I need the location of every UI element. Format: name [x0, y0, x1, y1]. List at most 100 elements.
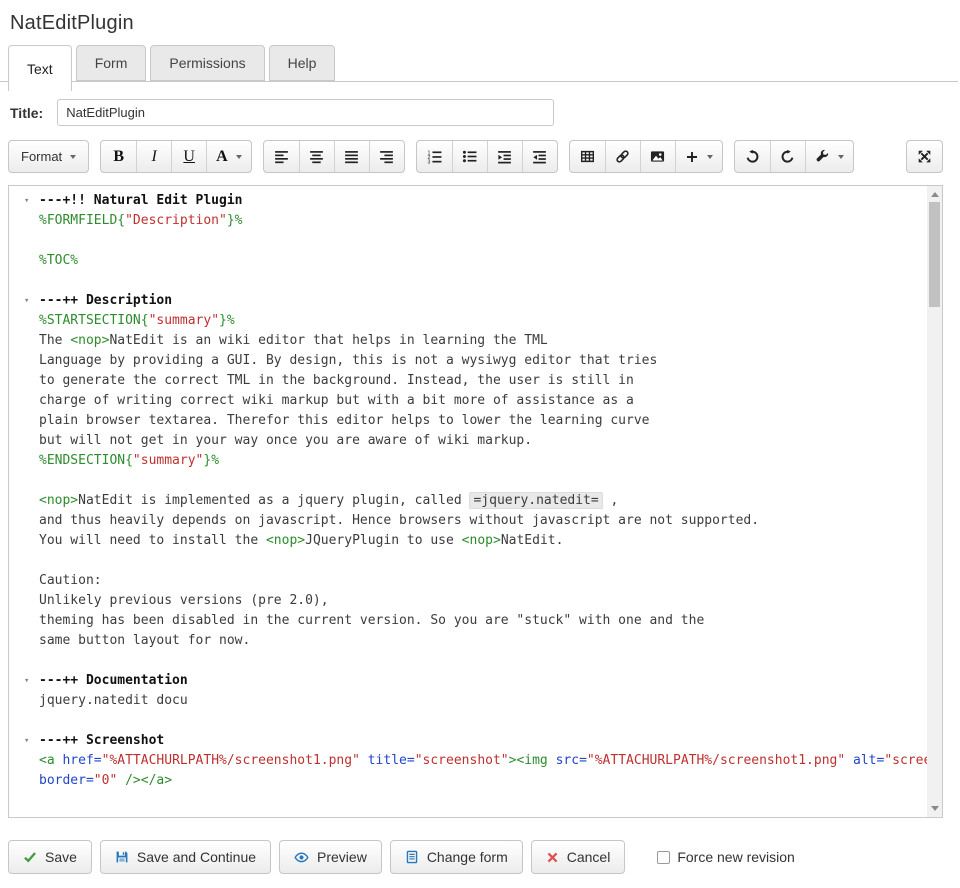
change-form-button[interactable]: Change form [390, 840, 523, 874]
bullet-list-icon [462, 149, 477, 164]
editor-line: The <nop>NatEdit is an wiki editor that … [9, 331, 926, 351]
bullet-list-button[interactable] [452, 141, 487, 172]
font-color-dropdown-button[interactable]: A [206, 141, 251, 172]
editor-line [9, 471, 926, 491]
outdent-button[interactable] [522, 141, 557, 172]
eye-icon [294, 850, 309, 865]
tab-bar: Text Form Permissions Help [0, 45, 960, 91]
editor-line [9, 231, 926, 251]
gutter [9, 271, 39, 291]
redo-button[interactable] [770, 141, 805, 172]
gutter [9, 311, 39, 331]
undo-button[interactable] [735, 141, 770, 172]
align-left-button[interactable] [264, 141, 299, 172]
scrollbar-thumb[interactable] [929, 202, 940, 307]
bold-icon: B [113, 148, 124, 166]
gutter [9, 211, 39, 231]
cancel-button[interactable]: Cancel [531, 840, 626, 874]
italic-icon: I [152, 148, 157, 166]
align-center-icon [309, 149, 324, 164]
numbered-list-button[interactable]: 123 [417, 141, 452, 172]
gutter [9, 751, 39, 771]
editor-line: to generate the correct TML in the backg… [9, 371, 926, 391]
editor-line: <nop>NatEdit is implemented as a jquery … [9, 491, 926, 511]
fold-arrow-icon[interactable]: ▾ [9, 191, 39, 211]
tab-form[interactable]: Form [76, 45, 147, 81]
tab-permissions[interactable]: Permissions [150, 45, 264, 81]
align-right-button[interactable] [369, 141, 404, 172]
bold-button[interactable]: B [101, 141, 136, 172]
gutter [9, 651, 39, 671]
editor-line [9, 651, 926, 671]
preview-label: Preview [317, 849, 367, 865]
align-justify-button[interactable] [334, 141, 369, 172]
editor-line: charge of writing correct wiki markup bu… [9, 391, 926, 411]
editor-line: and thus heavily depends on javascript. … [9, 511, 926, 531]
editor-line: same button layout for now. [9, 631, 926, 651]
undo-icon [745, 149, 760, 164]
fold-arrow-icon[interactable]: ▾ [9, 671, 39, 691]
wrench-icon [815, 149, 830, 164]
tab-help[interactable]: Help [269, 45, 336, 81]
editor-line: %FORMFIELD{"Description"}% [9, 211, 926, 231]
editor-line: jquery.natedit docu [9, 691, 926, 711]
gutter [9, 251, 39, 271]
editor-line: You will need to install the <nop>JQuery… [9, 531, 926, 551]
editor-content[interactable]: ▾---+!! Natural Edit Plugin%FORMFIELD{"D… [9, 191, 926, 791]
link-button[interactable] [605, 141, 640, 172]
gutter [9, 771, 39, 791]
align-center-button[interactable] [299, 141, 334, 172]
fold-arrow-icon[interactable]: ▾ [9, 291, 39, 311]
editor-line: ▾---+!! Natural Edit Plugin [9, 191, 926, 211]
editor-line: ▾---++ Screenshot [9, 731, 926, 751]
gutter [9, 231, 39, 251]
format-dropdown-button[interactable]: Format [9, 141, 88, 172]
editor-scrollbar[interactable] [927, 186, 942, 817]
editor-line: Unlikely previous versions (pre 2.0), [9, 591, 926, 611]
tab-text[interactable]: Text [8, 45, 72, 91]
form-icon [405, 850, 419, 864]
table-button[interactable] [570, 141, 605, 172]
gutter [9, 611, 39, 631]
svg-text:3: 3 [427, 160, 430, 164]
editor-line: theming has been disabled in the current… [9, 611, 926, 631]
underline-icon: U [183, 148, 195, 166]
image-icon [650, 149, 665, 164]
underline-button[interactable]: U [171, 141, 206, 172]
chevron-down-icon [838, 155, 844, 159]
save-and-continue-label: Save and Continue [137, 849, 256, 865]
italic-button[interactable]: I [136, 141, 171, 172]
gutter [9, 571, 39, 591]
save-and-continue-button[interactable]: Save and Continue [100, 840, 271, 874]
title-input[interactable] [57, 99, 554, 126]
editor-line: ▾---++ Description [9, 291, 926, 311]
scrollbar-down-arrow-icon[interactable] [931, 806, 939, 811]
chevron-down-icon [70, 155, 76, 159]
fold-arrow-icon[interactable]: ▾ [9, 731, 39, 751]
editor-line [9, 271, 926, 291]
format-label: Format [21, 149, 62, 164]
cancel-label: Cancel [567, 849, 611, 865]
tools-dropdown-button[interactable] [805, 141, 853, 172]
wiki-text-editor[interactable]: ▾---+!! Natural Edit Plugin%FORMFIELD{"D… [8, 185, 943, 818]
check-icon [23, 850, 37, 864]
gutter [9, 371, 39, 391]
image-button[interactable] [640, 141, 675, 172]
fullscreen-icon [917, 149, 932, 164]
force-new-revision-checkbox[interactable] [657, 851, 670, 864]
fullscreen-button[interactable] [907, 141, 942, 172]
floppy-icon [115, 850, 129, 864]
gutter [9, 551, 39, 571]
gutter [9, 631, 39, 651]
indent-button[interactable] [487, 141, 522, 172]
gutter [9, 331, 39, 351]
insert-dropdown-button[interactable] [675, 141, 722, 172]
preview-button[interactable]: Preview [279, 840, 382, 874]
table-icon [580, 149, 595, 164]
save-label: Save [45, 849, 77, 865]
gutter [9, 511, 39, 531]
scrollbar-up-arrow-icon[interactable] [931, 192, 939, 197]
indent-icon [497, 149, 512, 164]
save-button[interactable]: Save [8, 840, 92, 874]
font-color-icon: A [216, 148, 228, 166]
